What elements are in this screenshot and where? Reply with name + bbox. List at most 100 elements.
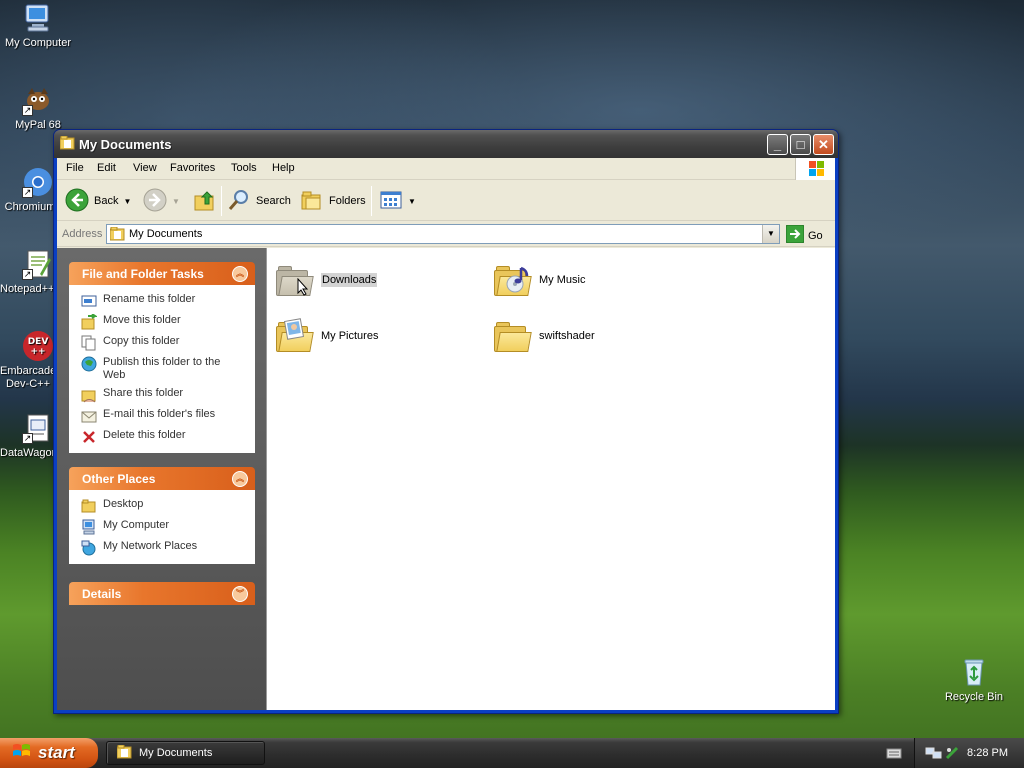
explorer-window: My Documents _ □ ✕ File Edit View Favori…: [53, 129, 839, 714]
folder-icon: [59, 135, 76, 150]
collapse-chevron-icon[interactable]: ︽: [232, 265, 248, 282]
up-folder-button[interactable]: [193, 188, 217, 214]
rename-icon: [81, 293, 97, 309]
details-header[interactable]: Details ︾: [69, 582, 255, 605]
desktop-icon-label: DataWagon: [0, 447, 56, 459]
music-folder-icon: [491, 258, 535, 302]
shortcut-arrow-icon: ↗: [22, 187, 33, 198]
keyboard-icon[interactable]: [886, 746, 902, 763]
folder-item-downloads[interactable]: Downloads: [273, 256, 473, 304]
desktop-icon-recycle-bin[interactable]: Recycle Bin: [936, 656, 1012, 703]
menu-file[interactable]: File: [66, 162, 84, 174]
desktop-icon-mypal[interactable]: ↗ MyPal 68: [0, 84, 76, 131]
views-button[interactable]: ▼: [379, 188, 416, 214]
task-label: Copy this folder: [103, 335, 180, 347]
other-places-header[interactable]: Other Places ︽: [69, 467, 255, 490]
menu-edit[interactable]: Edit: [97, 162, 116, 174]
forward-arrow-icon: [143, 188, 167, 215]
other-places-panel: Other Places ︽ Desktop My Computer My Ne…: [69, 467, 255, 564]
svg-text:DEV: DEV: [28, 337, 49, 347]
task-share-folder[interactable]: Share this folder: [81, 387, 245, 403]
publish-globe-icon: [81, 356, 97, 372]
forward-button[interactable]: ▼: [143, 188, 180, 214]
windows-logo-icon: [795, 158, 835, 180]
shortcut-arrow-icon: ↗: [22, 105, 33, 116]
delete-x-icon: [81, 429, 97, 445]
task-copy-folder[interactable]: Copy this folder: [81, 335, 245, 351]
menu-tools[interactable]: Tools: [231, 162, 257, 174]
menu-view[interactable]: View: [133, 162, 157, 174]
notepad-icon: ↗: [22, 248, 54, 280]
task-delete-folder[interactable]: Delete this folder: [81, 429, 245, 445]
start-label: start: [38, 743, 75, 762]
task-move-folder[interactable]: Move this folder: [81, 313, 245, 330]
computer-icon: [81, 519, 97, 535]
address-folder-icon: [109, 226, 126, 244]
expand-chevron-icon[interactable]: ︾: [232, 585, 248, 602]
menu-bar: File Edit View Favorites Tools Help: [57, 158, 835, 180]
network-tray-icon[interactable]: [925, 746, 943, 763]
folder-label: swiftshader: [539, 330, 595, 342]
close-button[interactable]: ✕: [813, 134, 834, 155]
safely-remove-tray-icon[interactable]: [945, 746, 959, 763]
toolbar-separator: [371, 186, 372, 216]
window-title: My Documents: [79, 137, 172, 152]
address-label: Address: [62, 228, 103, 240]
place-label: Desktop: [103, 498, 144, 510]
views-dropdown-icon[interactable]: ▼: [408, 197, 416, 206]
folder-item-my-music[interactable]: My Music: [491, 256, 691, 304]
share-icon: [81, 387, 97, 403]
folder-item-my-pictures[interactable]: My Pictures: [273, 312, 473, 360]
back-label: Back: [94, 195, 119, 207]
windows-flag-icon: [12, 742, 32, 765]
search-button[interactable]: Search: [227, 188, 291, 214]
minimize-button[interactable]: _: [767, 134, 788, 155]
folder-item-swiftshader[interactable]: swiftshader: [491, 312, 691, 360]
task-label: Share this folder: [103, 387, 184, 399]
file-folder-tasks-panel: File and Folder Tasks ︽ Rename this fold…: [69, 262, 255, 453]
task-label: E-mail this folder's files: [103, 408, 216, 420]
computer-icon: [22, 2, 54, 34]
address-input[interactable]: My Documents ▼: [106, 224, 780, 244]
pictures-folder-icon: [273, 314, 317, 358]
search-icon: [227, 188, 251, 215]
folders-label: Folders: [329, 195, 366, 207]
place-desktop[interactable]: Desktop: [81, 498, 245, 514]
file-folder-tasks-header[interactable]: File and Folder Tasks ︽: [69, 262, 255, 285]
title-bar[interactable]: My Documents _ □ ✕: [54, 130, 838, 158]
desktop-folder-icon: [81, 498, 97, 514]
forward-dropdown-icon[interactable]: ▼: [172, 197, 180, 206]
desktop-icon-my-computer[interactable]: My Computer: [0, 2, 76, 49]
task-rename-folder[interactable]: Rename this folder: [81, 293, 245, 309]
menu-help[interactable]: Help: [272, 162, 295, 174]
system-tray: 8:28 PM: [914, 738, 1024, 768]
clock[interactable]: 8:28 PM: [967, 747, 1008, 759]
place-my-computer[interactable]: My Computer: [81, 519, 245, 535]
task-pane: File and Folder Tasks ︽ Rename this fold…: [57, 248, 266, 710]
maximize-button[interactable]: □: [790, 134, 811, 155]
back-dropdown-icon[interactable]: ▼: [123, 197, 131, 206]
folder-label: My Music: [539, 274, 586, 286]
up-folder-icon: [193, 188, 217, 215]
details-panel: Details ︾: [69, 582, 255, 605]
toolbar-separator: [221, 186, 222, 216]
folders-button[interactable]: Folders: [300, 188, 366, 214]
task-publish-web[interactable]: Publish this folder to the Web: [81, 356, 245, 382]
panel-title: Details: [82, 586, 122, 601]
task-email-files[interactable]: E-mail this folder's files: [81, 408, 245, 424]
window-body: File Edit View Favorites Tools Help Back…: [57, 158, 835, 710]
network-places-icon: [81, 540, 97, 556]
menu-favorites[interactable]: Favorites: [170, 162, 215, 174]
go-button[interactable]: Go: [785, 224, 823, 246]
place-my-network[interactable]: My Network Places: [81, 540, 245, 556]
go-arrow-icon: [785, 224, 805, 246]
address-dropdown-icon[interactable]: ▼: [762, 225, 779, 243]
collapse-chevron-icon[interactable]: ︽: [232, 470, 248, 487]
start-button[interactable]: start: [0, 738, 98, 768]
back-button[interactable]: Back ▼: [65, 188, 131, 214]
taskbar-button-label: My Documents: [139, 747, 213, 759]
taskbar-button-my-documents[interactable]: My Documents: [106, 741, 265, 765]
place-label: My Network Places: [103, 540, 198, 552]
views-icon: [379, 188, 403, 215]
email-icon: [81, 408, 97, 424]
